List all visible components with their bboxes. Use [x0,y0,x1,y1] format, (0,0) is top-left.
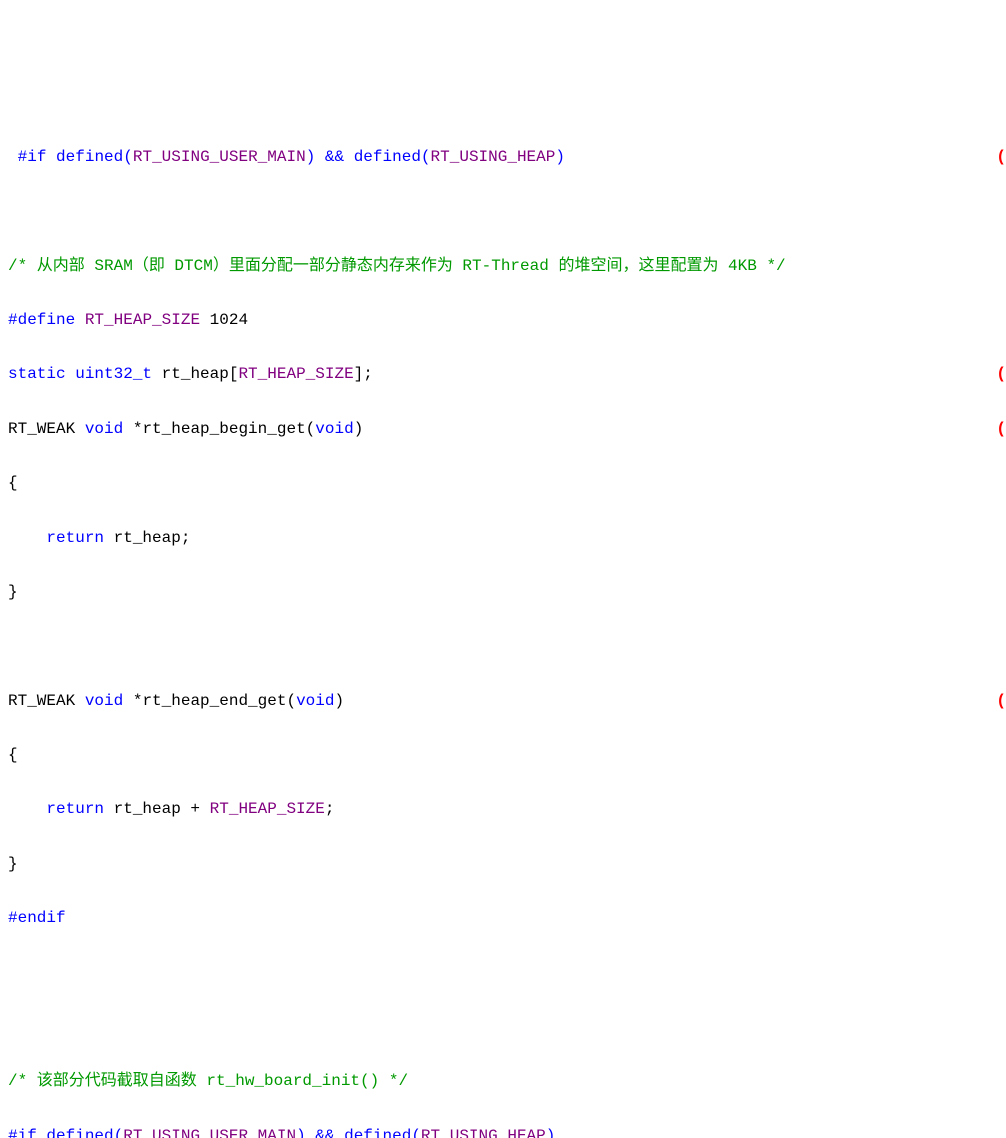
ptr: * [123,420,142,438]
macro-name: RT_USING_USER_MAIN [123,1127,296,1138]
truncation-marker-icon: ( [996,688,1006,715]
code-line: #endif [8,905,1006,932]
paren: ) [354,420,364,438]
code-line: } [8,579,1006,606]
func-name: rt_heap_begin_get [142,420,305,438]
macro-name: RT_USING_HEAP [431,148,556,166]
space [37,1127,47,1138]
brace: { [8,474,18,492]
paren: ) [546,1127,556,1138]
paren: ( [306,420,316,438]
type-name: uint32_t [75,365,152,383]
code-line: { [8,470,1006,497]
var-decl: rt_heap[ [162,365,239,383]
comment-text: /* 该部分代码截取自函数 rt_hw_board_init() */ [8,1072,408,1090]
code-line-blank [8,1014,1006,1041]
and-op: && [306,1127,344,1138]
defined-kw: defined [354,148,421,166]
void-kw: void [296,692,334,710]
code-line: #define RT_HEAP_SIZE 1024 [8,307,1006,334]
paren: ( [114,1127,124,1138]
paren: ) [296,1127,306,1138]
space [46,148,56,166]
defined-kw: defined [56,148,123,166]
code-line-blank [8,198,1006,225]
code-line: #if defined(RT_USING_USER_MAIN) && defin… [8,1123,1006,1138]
close-bracket: ]; [354,365,373,383]
preproc-if: #if [18,148,47,166]
ptr: * [123,692,142,710]
macro-value: 1024 [200,311,248,329]
code-view: #if defined(RT_USING_USER_MAIN) && defin… [8,117,998,1138]
space [75,311,85,329]
truncation-marker-icon: ( [996,144,1006,171]
code-line: /* 该部分代码截取自函数 rt_hw_board_init() */ [8,1068,1006,1095]
return-kw: return [46,800,104,818]
preproc-endif: #endif [8,909,66,927]
brace: } [8,583,18,601]
defined-kw: defined [46,1127,113,1138]
code-line: { [8,742,1006,769]
code-line: static uint32_t rt_heap[RT_HEAP_SIZE]; ( [8,361,1006,388]
void-kw: void [85,420,123,438]
brace: { [8,746,18,764]
paren: ) [334,692,344,710]
preproc-if: #if [8,1127,37,1138]
space [66,365,76,383]
macro-name: RT_HEAP_SIZE [238,365,353,383]
defined-kw: defined [344,1127,411,1138]
code-line: RT_WEAK void *rt_heap_begin_get(void)( [8,416,1006,443]
indent [8,800,46,818]
space [75,420,85,438]
macro-name: RT_HEAP_SIZE [85,311,200,329]
code-line: return rt_heap; [8,525,1006,552]
brace: } [8,855,18,873]
truncation-marker-icon: ( [996,361,1006,388]
paren: ( [286,692,296,710]
comment-text: /* 从内部 SRAM（即 DTCM）里面分配一部分静态内存来作为 RT-Thr… [8,257,786,275]
preproc-define: #define [8,311,75,329]
truncation-marker-icon: ( [996,416,1006,443]
and-op: && [315,148,353,166]
weak-attr: RT_WEAK [8,420,75,438]
paren: ) [306,148,316,166]
macro-name: RT_USING_USER_MAIN [133,148,306,166]
space [75,692,85,710]
paren: ( [411,1127,421,1138]
static-kw: static [8,365,66,383]
weak-attr: RT_WEAK [8,692,75,710]
paren: ( [123,148,133,166]
return-kw: return [46,529,104,547]
semicolon: ; [325,800,335,818]
space [152,365,162,383]
code-line: #if defined(RT_USING_USER_MAIN) && defin… [8,144,1006,171]
return-expr: rt_heap; [104,529,190,547]
void-kw: void [315,420,353,438]
code-line: RT_WEAK void *rt_heap_end_get(void)( [8,688,1006,715]
code-line-blank [8,960,1006,987]
return-expr: rt_heap + [104,800,210,818]
paren: ) [555,148,565,166]
macro-name: RT_USING_HEAP [421,1127,546,1138]
code-line: } [8,851,1006,878]
code-line-blank [8,633,1006,660]
void-kw: void [85,692,123,710]
macro-name: RT_HEAP_SIZE [210,800,325,818]
func-name: rt_heap_end_get [142,692,286,710]
code-line: /* 从内部 SRAM（即 DTCM）里面分配一部分静态内存来作为 RT-Thr… [8,253,1006,280]
indent [8,148,18,166]
code-line: return rt_heap + RT_HEAP_SIZE; [8,796,1006,823]
indent [8,529,46,547]
paren: ( [421,148,431,166]
